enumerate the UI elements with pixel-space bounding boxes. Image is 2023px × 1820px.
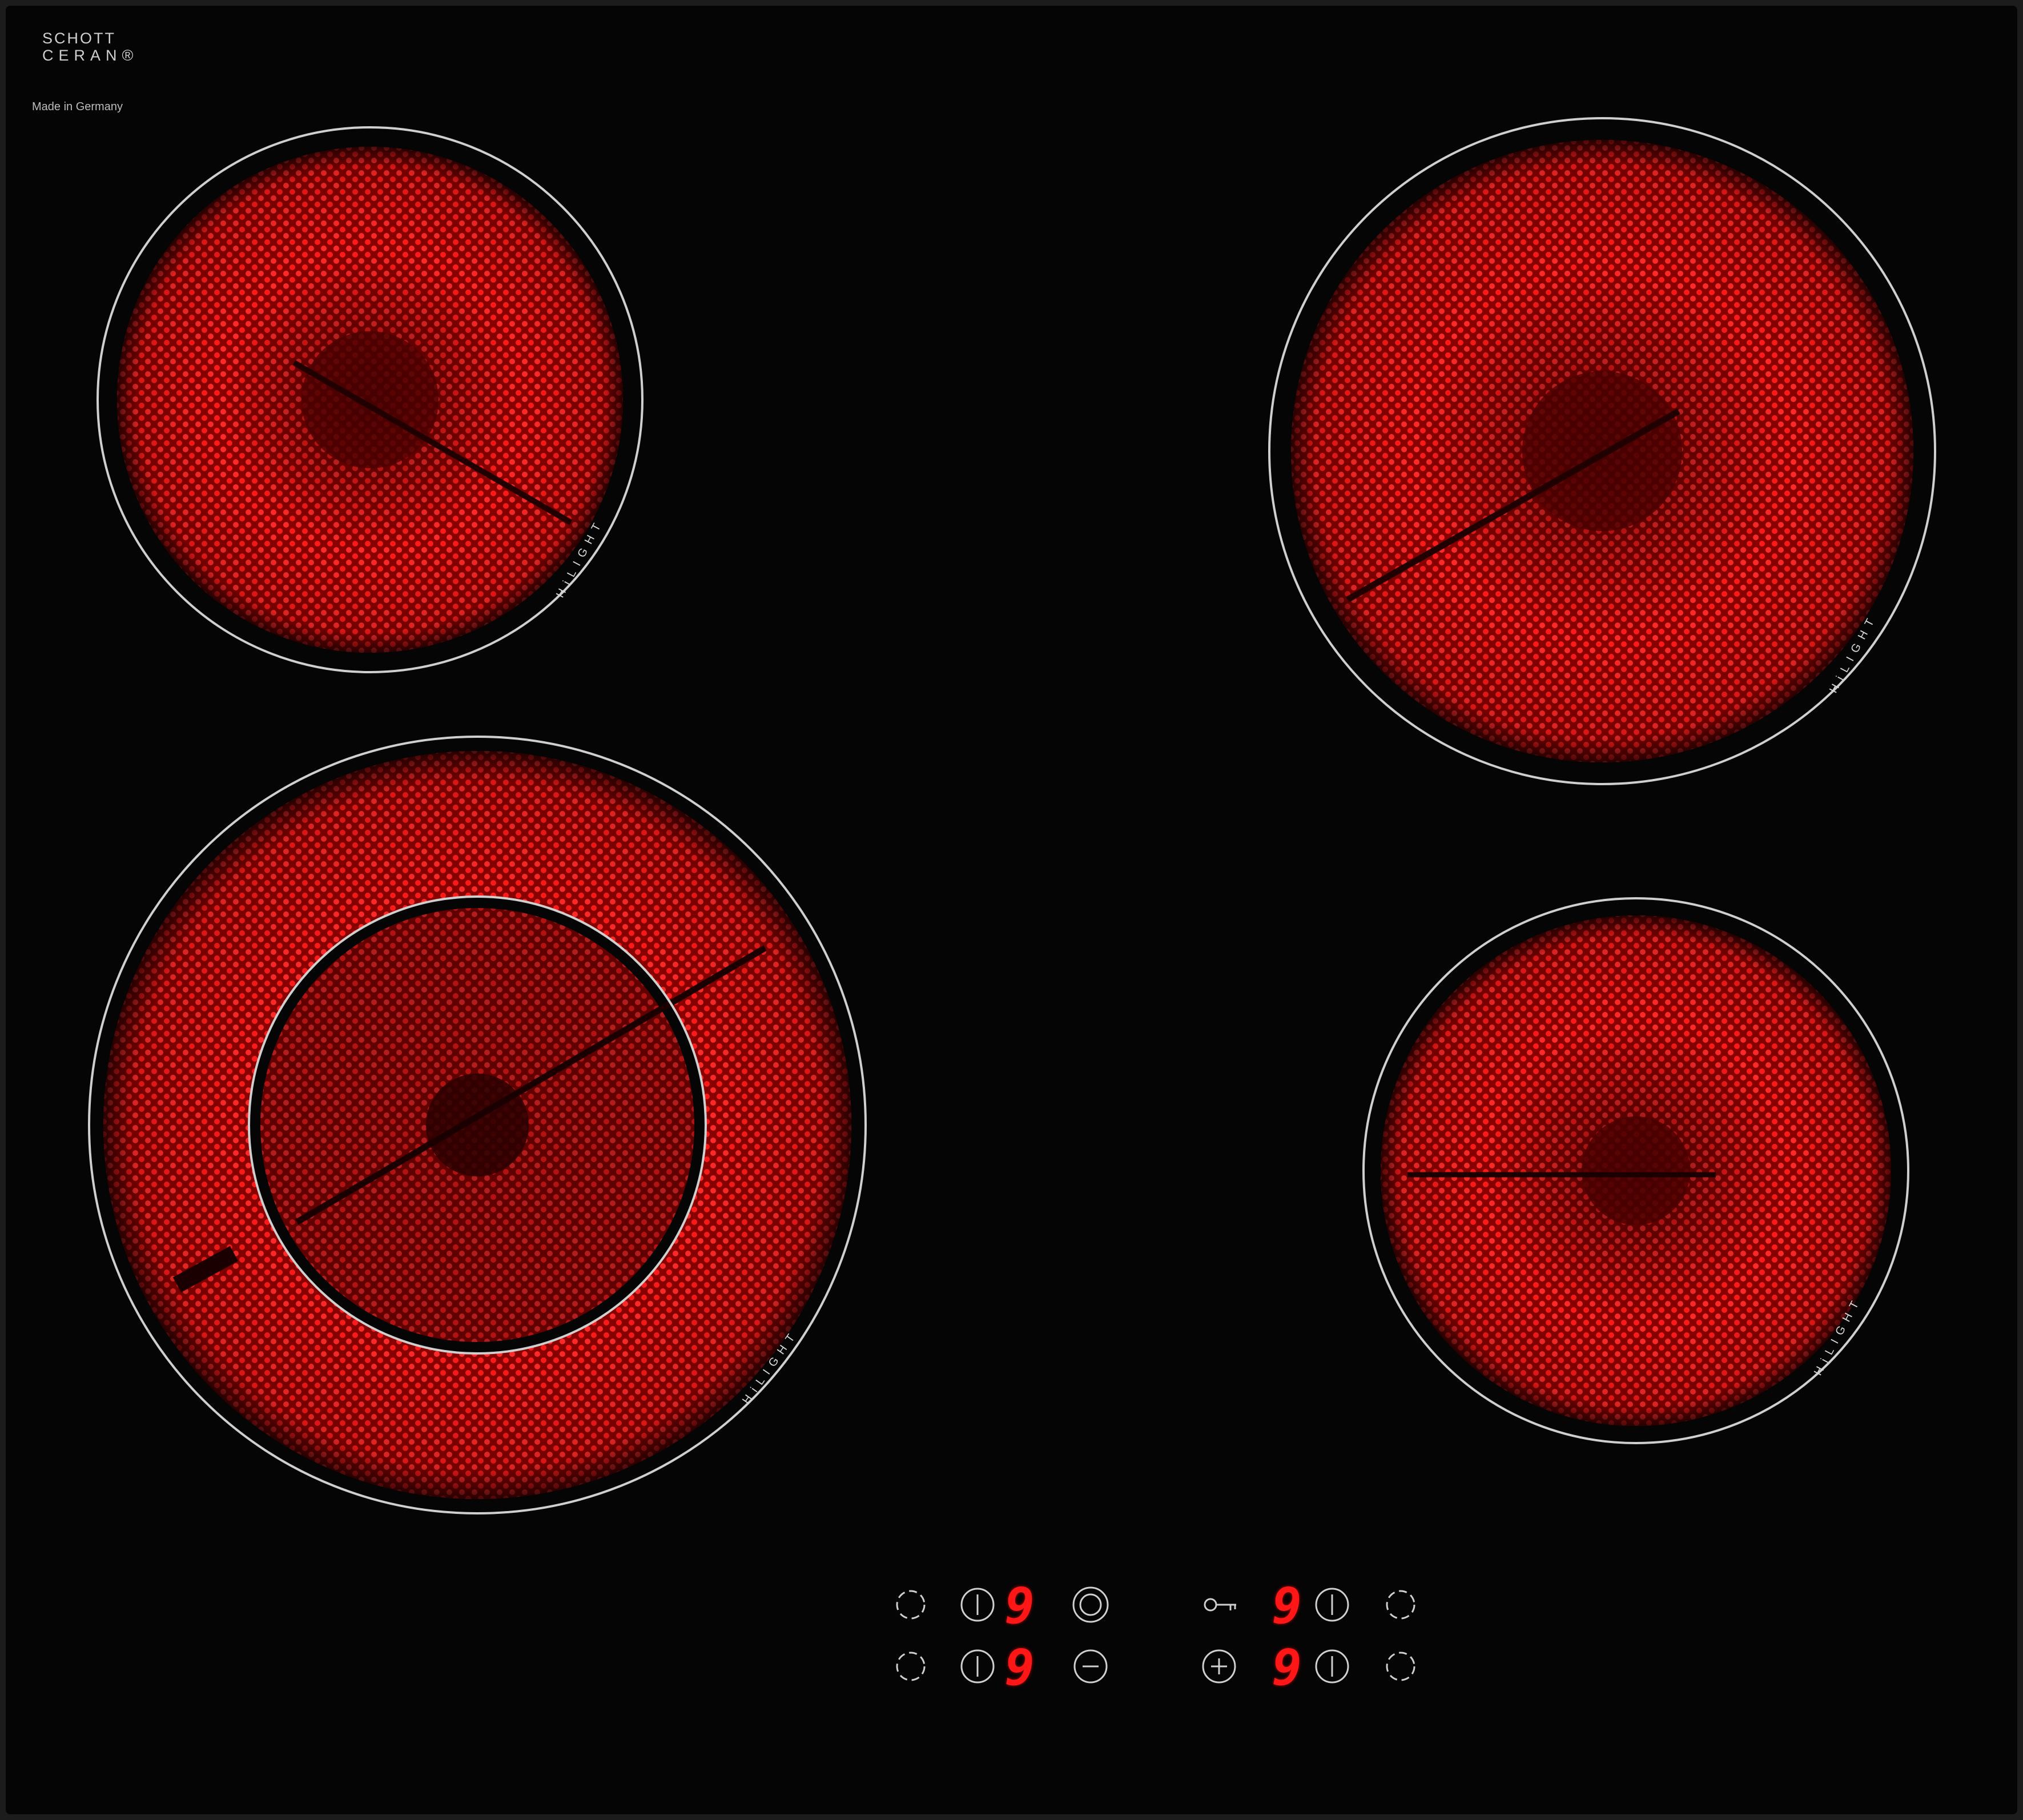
brand-logo: SCHOTT CERAN® [42, 30, 139, 64]
display-rear-right: 9 [1272, 1578, 1302, 1635]
display-rear-left: 9 [1005, 1578, 1035, 1635]
cooktop-photo: HiLIGHT HiLIGHT HiLIGHT HiLIGHT [0, 0, 2023, 1820]
made-in-label: Made in Germany [32, 101, 123, 113]
display-front-right: 9 [1272, 1640, 1302, 1697]
display-front-left: 9 [1005, 1640, 1035, 1697]
